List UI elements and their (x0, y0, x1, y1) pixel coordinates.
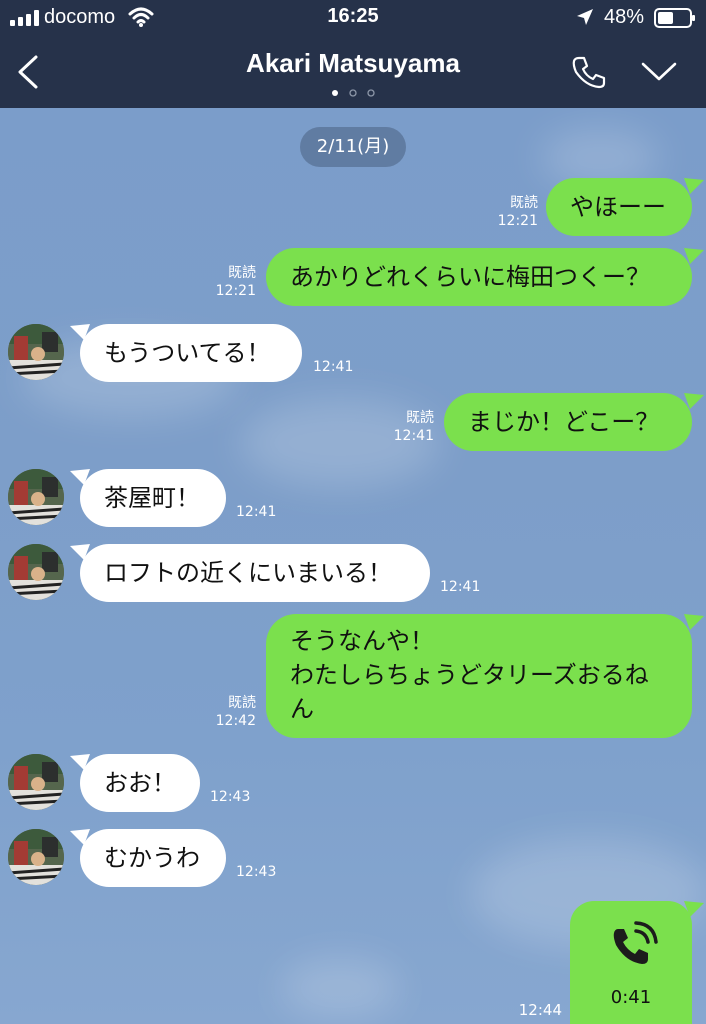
message-meta: 既読 12:21 (486, 194, 538, 230)
battery-percent: 48% (604, 6, 645, 28)
message-time: 12:41 (236, 504, 277, 520)
bubble-tail (684, 901, 704, 917)
message-time: 12:21 (497, 213, 538, 229)
message-text: 茶屋町！ (104, 484, 200, 512)
voice-call-message[interactable]: 0:41 (570, 901, 692, 1024)
avatar-photo-icon (8, 829, 64, 885)
menu-chevron-down-icon[interactable] (640, 60, 678, 84)
message-time: 12:44 (518, 1001, 562, 1019)
message-time: 12:41 (393, 428, 434, 444)
read-receipt: 既読 (406, 410, 434, 426)
message-meta: 既読 12:42 (204, 694, 256, 730)
outgoing-message[interactable]: そうなんや！ わたしらちょうどタリーズおるね ん (266, 614, 692, 738)
date-separator: 2/11(月) (300, 127, 406, 167)
message-time: 12:41 (313, 359, 354, 375)
bubble-tail (684, 393, 704, 409)
page-indicator-dots (332, 89, 375, 97)
message-time: 12:43 (210, 789, 251, 805)
bubble-tail (70, 544, 90, 560)
incoming-message[interactable]: むかうわ (80, 829, 226, 887)
incoming-message[interactable]: おお！ (80, 754, 200, 812)
outgoing-message[interactable]: やほーー (546, 178, 692, 236)
message-time: 12:41 (440, 579, 481, 595)
message-meta: 既読 12:21 (204, 264, 256, 300)
message-text: まじか！どこー？ (468, 408, 660, 436)
message-text: そうなんや！ わたしらちょうどタリーズおるね ん (290, 627, 649, 723)
bubble-tail (70, 754, 90, 770)
chat-header: Akari Matsuyama (0, 36, 706, 108)
phone-call-icon (613, 921, 658, 964)
avatar-photo-icon (8, 754, 64, 810)
read-receipt: 既読 (228, 265, 256, 281)
location-arrow-icon (577, 9, 593, 25)
incoming-message[interactable]: ロフトの近くにいまいる！ (80, 544, 430, 602)
bubble-tail (684, 178, 704, 194)
chat-area[interactable]: 2/11(月) やほーー 既読 12:21 あかりどれくらいに梅田つくー？ 既読… (0, 108, 706, 1024)
bubble-tail (684, 614, 704, 630)
message-text: もうついてる！ (104, 339, 271, 367)
incoming-message[interactable]: 茶屋町！ (80, 469, 226, 527)
avatar-photo-icon (8, 469, 64, 525)
message-text: ロフトの近くにいまいる！ (104, 559, 392, 587)
message-meta: 既読 12:41 (382, 409, 434, 445)
read-receipt: 既読 (510, 195, 538, 211)
contact-avatar[interactable] (8, 829, 64, 885)
contact-avatar[interactable] (8, 469, 64, 525)
bubble-tail (70, 324, 90, 340)
message-time: 12:43 (236, 864, 277, 880)
bubble-tail (684, 248, 704, 264)
message-text: やほーー (570, 193, 666, 221)
battery-icon (654, 8, 695, 28)
contact-avatar[interactable] (8, 544, 64, 600)
read-receipt: 既読 (228, 695, 256, 711)
status-bar: docomo 16:25 48% (0, 0, 706, 36)
contact-avatar[interactable] (8, 754, 64, 810)
incoming-message[interactable]: もうついてる！ (80, 324, 302, 382)
call-duration: 0:41 (610, 987, 652, 1008)
message-text: むかうわ (104, 844, 200, 872)
phone-call-icon[interactable] (570, 54, 608, 90)
avatar-photo-icon (8, 544, 64, 600)
avatar-photo-icon (8, 324, 64, 380)
contact-avatar[interactable] (8, 324, 64, 380)
outgoing-message[interactable]: まじか！どこー？ (444, 393, 692, 451)
bubble-tail (70, 469, 90, 485)
background-cloud (280, 958, 400, 1018)
message-time: 12:42 (215, 713, 256, 729)
message-text: あかりどれくらいに梅田つくー？ (290, 263, 650, 291)
message-time: 12:21 (215, 283, 256, 299)
message-text: おお！ (104, 769, 176, 797)
status-time: 16:25 (327, 5, 379, 27)
outgoing-message[interactable]: あかりどれくらいに梅田つくー？ (266, 248, 692, 306)
bubble-tail (70, 829, 90, 845)
